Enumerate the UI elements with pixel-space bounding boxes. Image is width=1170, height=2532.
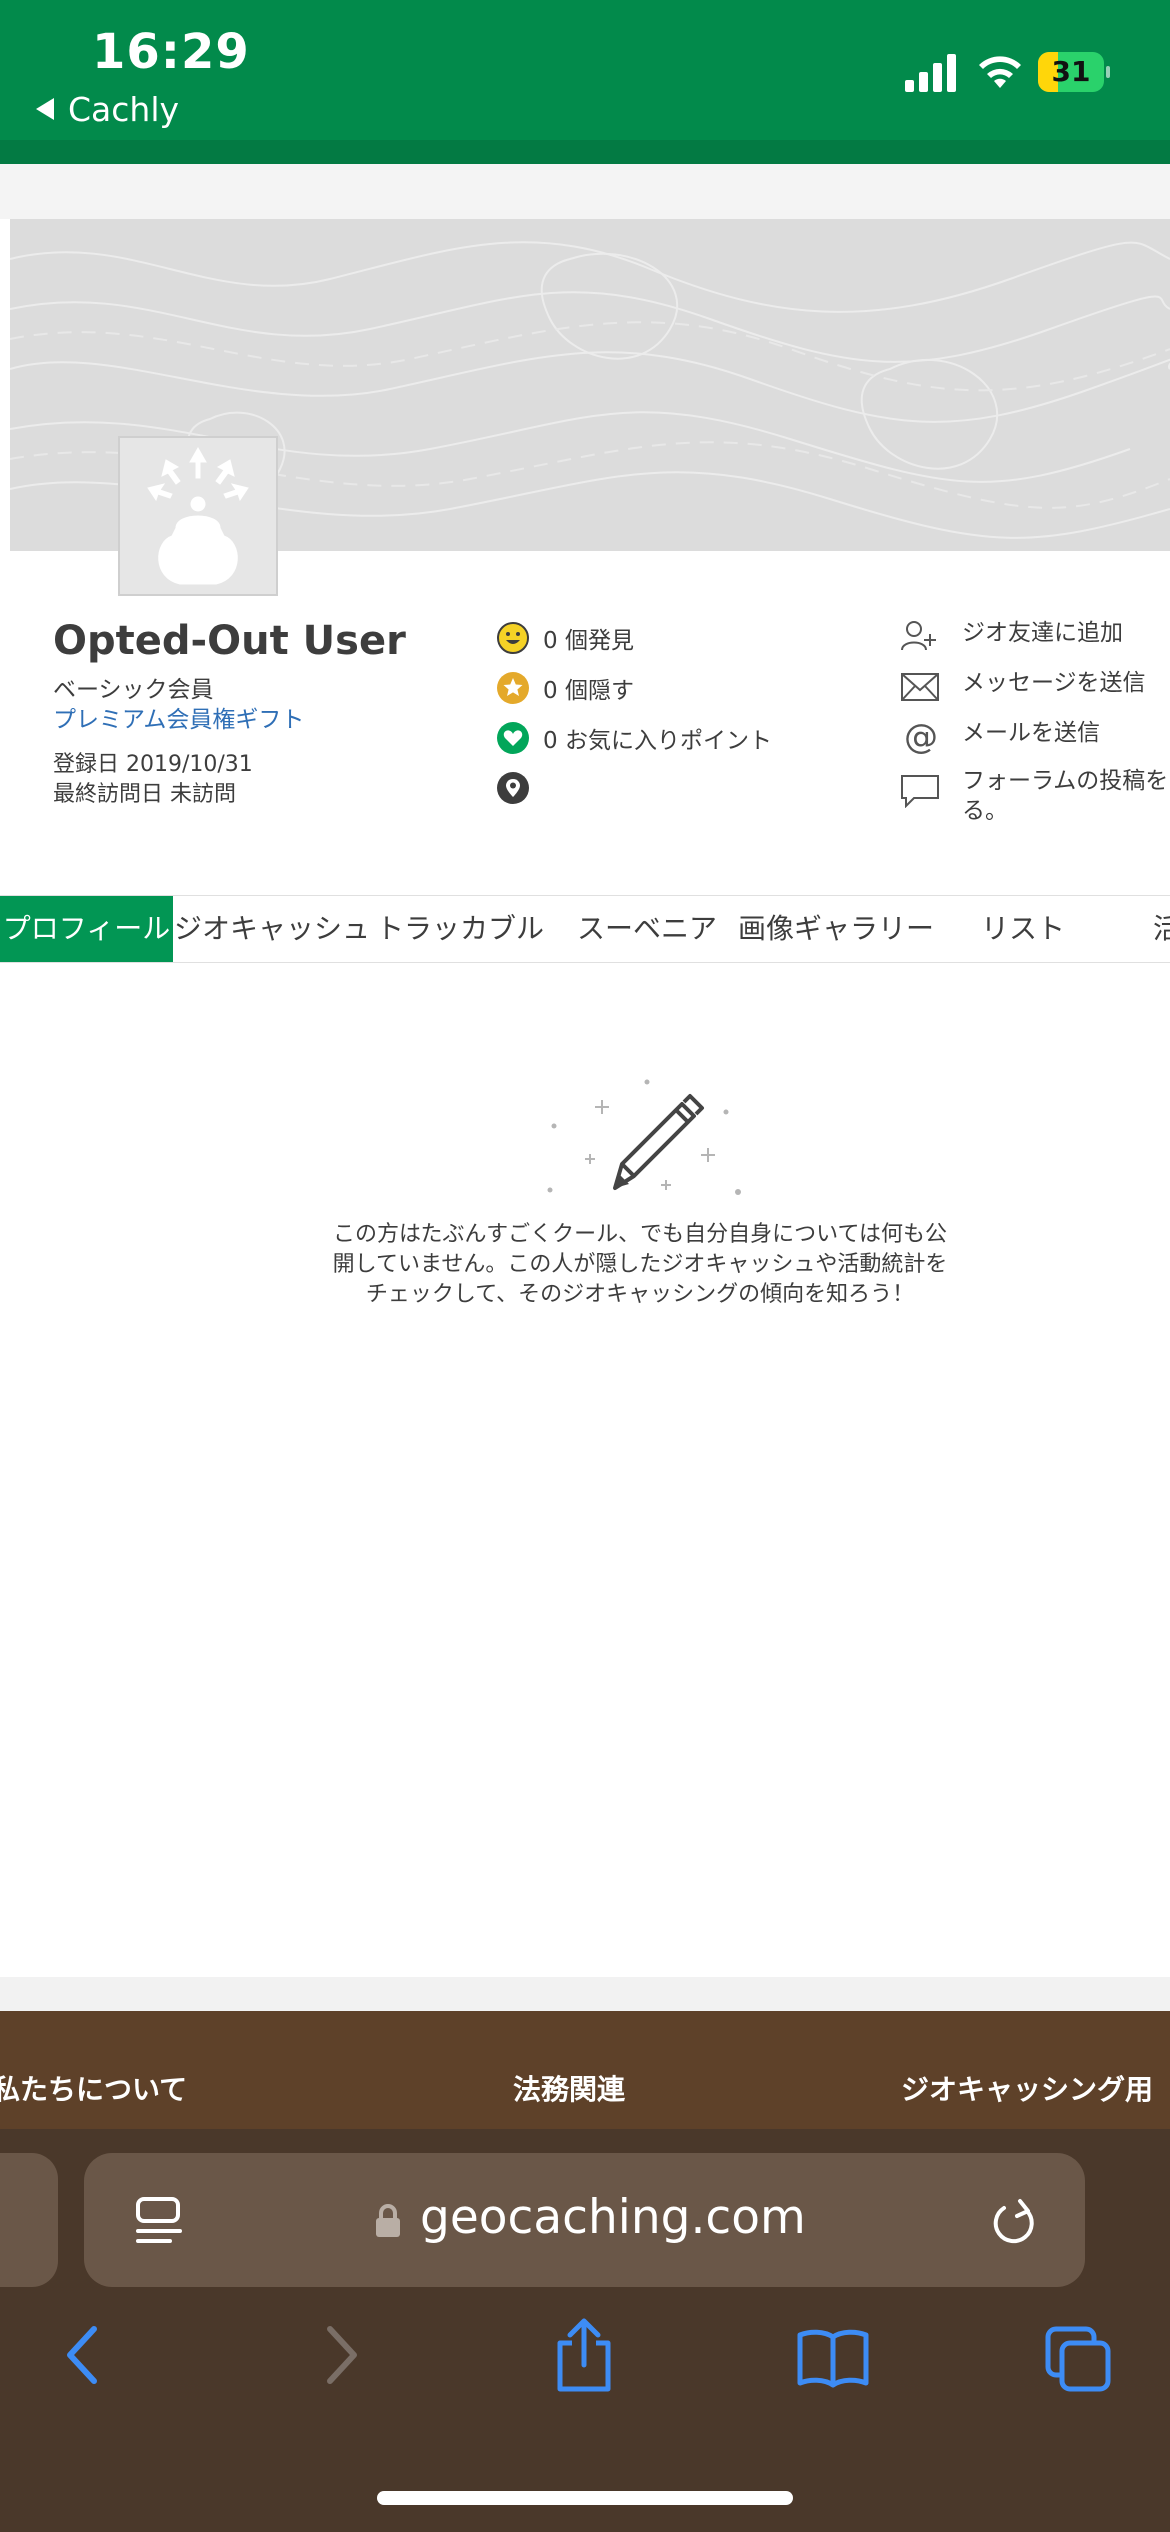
battery-body: 31 bbox=[1038, 52, 1104, 92]
default-avatar-icon bbox=[147, 446, 249, 585]
forum-posts-label-line2: る。 bbox=[962, 798, 1008, 824]
back-to-app-button[interactable]: Cachly bbox=[36, 90, 179, 129]
cellular-signal-icon bbox=[905, 54, 956, 92]
page-top-band bbox=[0, 164, 1170, 219]
tabs-icon[interactable] bbox=[1044, 2325, 1114, 2393]
tab-souvenirs[interactable]: スーベニア bbox=[577, 896, 717, 962]
heart-icon bbox=[497, 722, 529, 754]
send-message-button[interactable]: メッセージを送信 bbox=[900, 668, 1146, 704]
tab-activity[interactable]: 活 bbox=[1153, 896, 1170, 962]
forum-posts-label: フォーラムの投稿を る。 bbox=[962, 766, 1168, 826]
profile-name: Opted-Out User bbox=[53, 618, 406, 664]
stat-favorites-label: 0 お気に入りポイント bbox=[543, 728, 772, 754]
lock-icon bbox=[376, 2204, 400, 2237]
content-bottom-band bbox=[0, 1977, 1170, 2011]
footer-link-geocaching[interactable]: ジオキャッシング用 bbox=[901, 2068, 1153, 2108]
at-sign-icon: @ bbox=[904, 718, 938, 754]
tab-profile[interactable]: プロフィール bbox=[0, 896, 173, 962]
last-visit-date: 最終訪問日 未訪問 bbox=[53, 782, 236, 807]
profile-tabs: プロフィール ジオキャッシュ トラッカブル スーベニア 画像ギャラリー リスト … bbox=[0, 895, 1170, 963]
forum-posts-label-line1: フォーラムの投稿を bbox=[962, 768, 1169, 794]
location-pin-icon bbox=[497, 772, 529, 804]
header-strip bbox=[0, 140, 1170, 164]
tab-lists[interactable]: リスト bbox=[981, 896, 1065, 962]
star-icon bbox=[497, 672, 529, 704]
send-email-button[interactable]: @ メールを送信 bbox=[900, 718, 1100, 754]
status-bar: 16:29 Cachly 31 bbox=[0, 0, 1170, 140]
bookmarks-icon[interactable] bbox=[796, 2327, 870, 2389]
pencil-illustration-icon bbox=[547, 1079, 741, 1195]
smiley-icon bbox=[497, 622, 529, 654]
empty-profile-message: この方はたぶんすごくクール、でも自分自身については何も公開していません。この人が… bbox=[332, 1222, 948, 1307]
stat-favorites: 0 お気に入りポイント bbox=[496, 720, 772, 756]
add-friend-label: ジオ友達に追加 bbox=[962, 620, 1123, 646]
url-text[interactable]: geocaching.com bbox=[420, 2190, 806, 2245]
stat-finds-label: 0 個発見 bbox=[543, 628, 634, 654]
send-email-label: メールを送信 bbox=[962, 720, 1100, 746]
reload-icon[interactable] bbox=[990, 2195, 1040, 2249]
join-date: 登録日 2019/10/31 bbox=[53, 752, 253, 777]
previous-tab-preview[interactable] bbox=[0, 2153, 58, 2287]
speech-bubble-icon bbox=[901, 775, 939, 808]
battery-percent: 31 bbox=[1051, 55, 1091, 88]
wifi-icon bbox=[979, 56, 1021, 88]
send-message-label: メッセージを送信 bbox=[962, 670, 1146, 696]
page-menu-icon[interactable] bbox=[134, 2195, 184, 2247]
home-indicator bbox=[377, 2491, 793, 2505]
membership-level: ベーシック会員 bbox=[53, 677, 214, 703]
back-triangle-icon bbox=[36, 97, 54, 120]
tab-geocaches[interactable]: ジオキャッシュ bbox=[174, 896, 370, 962]
footer-link-about[interactable]: 私たちについて bbox=[0, 2068, 187, 2108]
stat-hides-label: 0 個隠す bbox=[543, 678, 634, 704]
tab-trackables[interactable]: トラッカブル bbox=[376, 896, 544, 962]
avatar bbox=[118, 436, 278, 596]
forward-icon[interactable] bbox=[318, 2323, 362, 2387]
add-friend-button[interactable]: ジオ友達に追加 bbox=[900, 618, 1123, 654]
share-icon[interactable] bbox=[552, 2317, 616, 2393]
battery-nub bbox=[1106, 66, 1110, 78]
add-friend-icon bbox=[901, 621, 936, 651]
status-time: 16:29 bbox=[92, 24, 250, 80]
svg-text:@: @ bbox=[904, 718, 938, 754]
back-icon[interactable] bbox=[62, 2323, 106, 2387]
gift-premium-link[interactable]: プレミアム会員権ギフト bbox=[53, 700, 304, 734]
stat-hides: 0 個隠す bbox=[496, 670, 634, 706]
battery-icon: 31 bbox=[1038, 52, 1110, 92]
forum-posts-button[interactable]: フォーラムの投稿を る。 bbox=[900, 766, 1168, 826]
stat-finds: 0 個発見 bbox=[496, 620, 634, 656]
footer-link-legal[interactable]: 法務関連 bbox=[513, 2068, 625, 2108]
stat-location bbox=[496, 770, 543, 806]
back-app-label: Cachly bbox=[68, 90, 180, 129]
tab-gallery[interactable]: 画像ギャラリー bbox=[738, 896, 934, 962]
envelope-icon bbox=[901, 673, 939, 701]
